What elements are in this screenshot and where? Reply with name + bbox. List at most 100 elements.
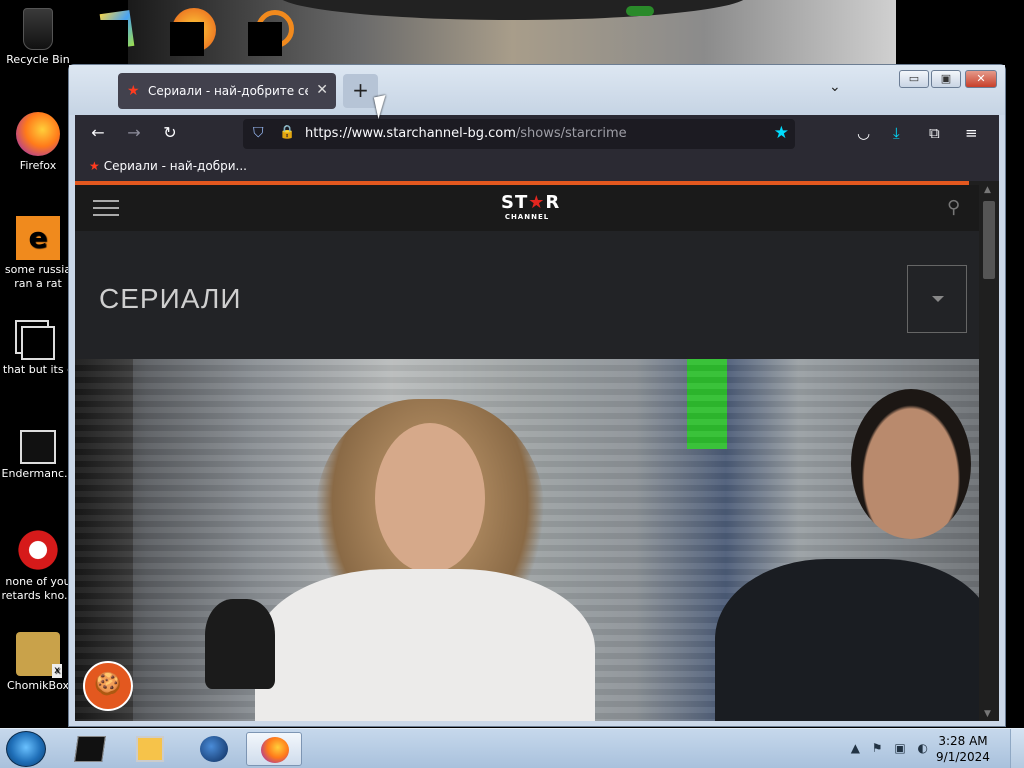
hero-figure-man-head <box>851 389 971 539</box>
desktop-icon-label: retards kno... <box>1 589 75 602</box>
system-tray: ▲ ⚑ ▣ ◐ <box>843 741 928 755</box>
web-page: ST★R CHANNEL ⚲ СЕРИАЛИ ▲ ▼ 🍪 <box>75 181 999 721</box>
lock-icon[interactable]: 🔒 <box>279 125 295 140</box>
redaction-box <box>88 20 128 50</box>
desktop-icon-label: some russia <box>4 263 72 276</box>
new-tab-button[interactable]: + <box>343 74 378 108</box>
clock-time: 3:28 AM <box>938 734 988 748</box>
close-window-button[interactable]: ✕ <box>965 70 997 88</box>
wallpaper-shape <box>278 0 748 20</box>
address-bar[interactable]: ⛉ 🔒 https://www.starchannel-bg.com/shows… <box>243 119 795 149</box>
start-button[interactable] <box>6 731 46 767</box>
hero-desk-lamp <box>205 599 275 689</box>
browser-content: ← → ↻ ⛉ 🔒 https://www.starchannel-bg.com… <box>75 115 999 721</box>
exe-icon: e <box>16 216 60 260</box>
desktop-icon-endermanch[interactable]: Endermanc... <box>0 424 76 481</box>
url-path: /shows/starcrime <box>515 126 627 141</box>
logo-wordmark: ST★R <box>501 192 559 213</box>
taskbar-clock[interactable]: 3:28 AM 9/1/2024 <box>928 733 998 765</box>
extensions-icon[interactable]: ⧉ <box>929 124 940 142</box>
reload-button[interactable]: ↻ <box>159 123 181 142</box>
desktop-icon-recycle-bin[interactable]: Recycle Bin <box>0 8 76 67</box>
show-desktop-button[interactable] <box>1010 729 1024 768</box>
desktop-icon-none-of-you[interactable]: none of you retards kno... <box>0 528 76 603</box>
desktop-icon-chomikbox[interactable]: ChomikBox <box>0 632 76 693</box>
bookmark-label: Сериали - най-добри... <box>103 159 247 173</box>
star-channel-logo[interactable]: ST★R CHANNEL <box>501 192 559 222</box>
redaction-box <box>248 22 282 56</box>
desktop-icon-label: that but its c <box>2 363 74 376</box>
scroll-down-icon[interactable]: ▼ <box>984 709 991 719</box>
taskbar-item-media-player[interactable] <box>122 732 178 766</box>
desktop-icon-label: Firefox <box>19 159 57 172</box>
bookmark-star-icon[interactable]: ★ <box>774 123 789 143</box>
hero-figure-man-body <box>715 559 979 721</box>
taskbar: ▲ ⚑ ▣ ◐ 3:28 AM 9/1/2024 <box>0 728 1024 768</box>
recycle-bin-icon <box>23 8 53 50</box>
navigation-toolbar: ← → ↻ ⛉ 🔒 https://www.starchannel-bg.com… <box>75 115 999 153</box>
clock-date: 9/1/2024 <box>936 750 990 764</box>
site-header: ST★R CHANNEL ⚲ <box>75 185 979 231</box>
network-icon[interactable]: ▣ <box>894 741 905 755</box>
download-icon[interactable]: ⤓ <box>893 124 900 142</box>
desktop-icon-label: Endermanc... <box>1 467 75 480</box>
tab-series[interactable]: ★ Сериали - най-добрите сериали ✕ <box>118 73 336 109</box>
logo-text-left: ST <box>501 192 529 213</box>
star-favicon-icon: ★ <box>89 159 100 173</box>
desktop-icon-label: ran a rat <box>14 277 62 290</box>
taskbar-item-browser[interactable] <box>186 732 242 766</box>
logo-subtitle: CHANNEL <box>504 213 550 221</box>
logo-star-icon: ★ <box>528 192 546 213</box>
maximize-button[interactable]: ▣ <box>931 70 961 88</box>
scroll-up-icon[interactable]: ▲ <box>984 185 991 195</box>
url-host: https://www.starchannel-bg.com <box>305 126 516 141</box>
menu-icon[interactable]: ≡ <box>965 124 978 142</box>
cookie-icon: 🍪 <box>94 672 122 697</box>
redaction-box <box>170 22 204 56</box>
forward-button[interactable]: → <box>123 123 145 142</box>
desktop-icon-label: ChomikBox <box>7 679 69 692</box>
close-tab-icon[interactable]: ✕ <box>316 82 328 98</box>
cookie-settings-button[interactable]: 🍪 <box>83 661 133 711</box>
hamburger-menu-icon[interactable] <box>93 200 119 216</box>
terminal-icon <box>20 430 56 464</box>
page-title: СЕРИАЛИ <box>99 283 242 314</box>
minimize-button[interactable]: ▭ <box>899 70 929 88</box>
copy-icon <box>21 326 55 360</box>
taskbar-item-terminal[interactable] <box>62 732 118 766</box>
wallpaper-dot <box>626 6 654 16</box>
page-scrollbar[interactable]: ▲ ▼ <box>979 185 999 721</box>
tab-title: Сериали - най-добрите сериали <box>148 84 308 98</box>
back-button[interactable]: ← <box>87 123 109 142</box>
url-text[interactable]: https://www.starchannel-bg.com/shows/sta… <box>305 126 627 141</box>
tracking-protection-icon[interactable]: ⛉ <box>253 125 264 141</box>
desktop-icon-label: none of you <box>5 575 71 588</box>
firefox-icon <box>261 737 289 763</box>
pocket-icon[interactable]: ◡ <box>857 124 870 142</box>
volume-icon[interactable]: ◐ <box>918 741 928 755</box>
bookmark-item[interactable]: ★ Сериали - най-добри... <box>89 159 247 173</box>
search-icon[interactable]: ⚲ <box>947 197 960 218</box>
show-hidden-icons-icon[interactable]: ▲ <box>851 741 860 755</box>
globe-icon <box>200 736 228 762</box>
desktop-icon-that-but[interactable]: that but its c <box>0 320 76 377</box>
terminal-icon <box>74 736 106 762</box>
scrollbar-thumb[interactable] <box>983 201 995 279</box>
bookmarks-toolbar: ★ Сериали - най-добри... <box>75 153 999 181</box>
taskbar-item-firefox[interactable] <box>246 732 302 766</box>
media-player-icon <box>136 736 164 762</box>
opera-icon <box>16 528 60 572</box>
filter-dropdown[interactable] <box>907 265 967 333</box>
desktop-icon-firefox[interactable]: Firefox <box>0 112 76 173</box>
action-center-icon[interactable]: ⚑ <box>872 741 883 755</box>
window-titlebar[interactable]: ▭ ▣ ✕ ★ Сериали - най-добрите сериали ✕ … <box>69 65 1005 115</box>
star-favicon-icon: ★ <box>127 83 140 99</box>
firefox-icon <box>16 112 60 156</box>
list-all-tabs-button[interactable]: ⌄ <box>829 79 841 95</box>
hero-image[interactable] <box>75 359 979 721</box>
chomikbox-icon <box>16 632 62 678</box>
section-header: СЕРИАЛИ <box>75 231 979 359</box>
desktop-icon-russia-rat[interactable]: e some russia ran a rat <box>0 216 76 291</box>
hero-figure-woman-body <box>255 569 595 721</box>
desktop-wallpaper <box>128 0 896 66</box>
